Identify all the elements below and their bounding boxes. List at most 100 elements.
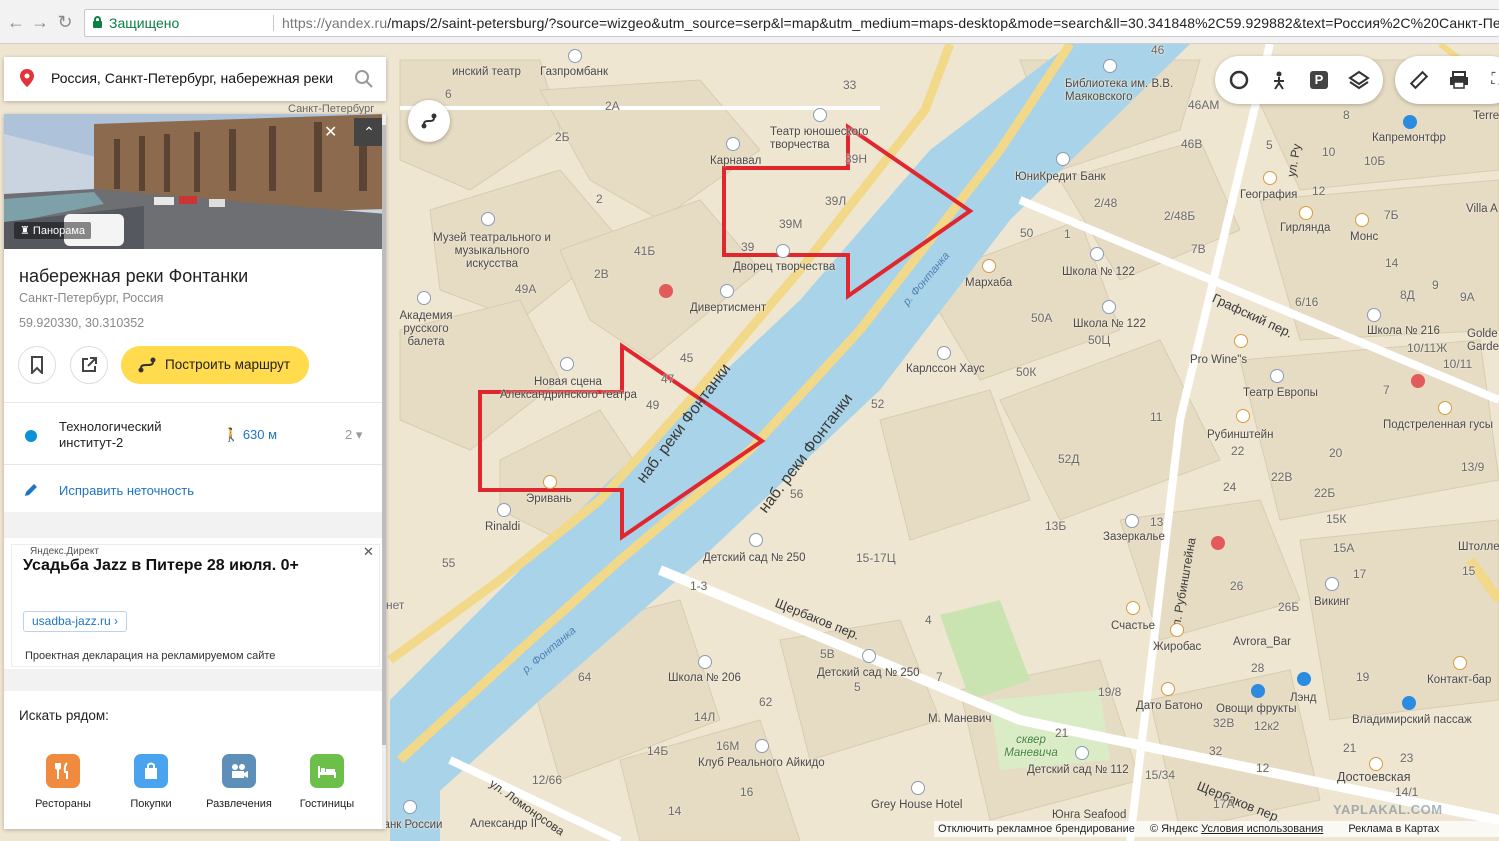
- address-bar[interactable]: Защищено https://yandex.ru/maps/2/saint-…: [84, 9, 1499, 37]
- restaurant-icon[interactable]: [1236, 409, 1250, 423]
- poi-label[interactable]: Карнавал: [710, 155, 761, 167]
- poi-label[interactable]: Подстреленная гусы: [1383, 419, 1493, 431]
- close-icon[interactable]: ✕: [363, 544, 374, 560]
- school-icon[interactable]: [749, 533, 763, 547]
- bar-icon[interactable]: [1453, 656, 1467, 670]
- restaurant-icon[interactable]: [1161, 682, 1175, 696]
- shop-icon[interactable]: [1402, 696, 1416, 710]
- school-icon[interactable]: [698, 655, 712, 669]
- poi-label[interactable]: Счастье: [1111, 620, 1155, 632]
- school-icon[interactable]: [862, 649, 876, 663]
- poi-label[interactable]: сквер Маневича: [1000, 734, 1062, 760]
- poi-label[interactable]: География: [1240, 189, 1297, 201]
- route-button[interactable]: [408, 100, 450, 142]
- poi-label[interactable]: Гирлянда: [1280, 222, 1330, 234]
- poi-label[interactable]: Клуб Реального Айкидо: [698, 757, 825, 769]
- shop-icon[interactable]: [1297, 672, 1311, 686]
- shop-icon[interactable]: [1403, 115, 1417, 129]
- poi-label[interactable]: Эривань: [526, 493, 572, 505]
- search-bar[interactable]: Россия, Санкт-Петербург, набережная реки: [4, 57, 386, 101]
- terms-link[interactable]: Условия использования: [1201, 823, 1323, 835]
- theater-icon[interactable]: [1125, 514, 1139, 528]
- poi-label[interactable]: Детский сад № 112: [1027, 764, 1129, 776]
- ad-legal-text[interactable]: Проектная декларация на рекламируемом са…: [25, 650, 275, 662]
- poi-label[interactable]: Rinaldi: [485, 521, 520, 533]
- poi-label[interactable]: Pro Wine"s: [1190, 354, 1247, 366]
- restaurant-icon[interactable]: [1170, 623, 1184, 637]
- bank-icon[interactable]: [1056, 152, 1070, 166]
- bank-icon[interactable]: [403, 800, 417, 814]
- poi-label[interactable]: Контакт-бар: [1427, 674, 1491, 686]
- poi-label[interactable]: Александринского театра: [500, 389, 637, 401]
- poi-label[interactable]: Академия русского балета: [397, 310, 455, 349]
- metro-station-name[interactable]: Технологический институт-2: [59, 419, 189, 451]
- poi-label[interactable]: М. Маневич: [928, 713, 991, 725]
- back-icon[interactable]: ←: [4, 10, 28, 34]
- panel-scrollbar-thumb[interactable]: [382, 125, 386, 745]
- bank-icon[interactable]: [568, 49, 582, 63]
- parking-icon[interactable]: P: [1303, 64, 1335, 96]
- restaurant-icon[interactable]: [1299, 206, 1313, 220]
- school-icon[interactable]: [1090, 247, 1104, 261]
- poi-label[interactable]: Театр Европы: [1243, 387, 1318, 399]
- restaurant-icon[interactable]: [543, 475, 557, 489]
- poi-label[interactable]: Владимирский пассаж: [1352, 714, 1472, 726]
- poi-label[interactable]: Зазеркалье: [1103, 531, 1165, 543]
- poi-label[interactable]: Монс: [1350, 231, 1378, 243]
- music-icon[interactable]: [720, 284, 734, 298]
- theater-icon[interactable]: [1270, 369, 1284, 383]
- panorama-preview[interactable]: ♜ Панорама ✕ ⌃: [4, 114, 386, 249]
- search-input[interactable]: Россия, Санкт-Петербург, набережная реки: [51, 70, 336, 86]
- museum-icon[interactable]: [481, 212, 495, 226]
- bar-icon[interactable]: [1325, 577, 1339, 591]
- library-icon[interactable]: [1103, 59, 1117, 73]
- school-icon[interactable]: [1102, 300, 1116, 314]
- category-shopping[interactable]: Покупки: [111, 754, 191, 810]
- ad-in-maps-link[interactable]: Реклама в Картах: [1348, 823, 1439, 835]
- hotel-icon[interactable]: [911, 781, 925, 795]
- poi-label[interactable]: Новая сцена: [534, 376, 602, 388]
- bookmark-button[interactable]: [18, 346, 56, 384]
- build-route-button[interactable]: Построить маршрут: [121, 346, 309, 384]
- theater-icon[interactable]: [813, 108, 827, 122]
- metro-distance[interactable]: 🚶 630 м: [223, 427, 277, 443]
- school-icon[interactable]: [1367, 308, 1381, 322]
- poi-label[interactable]: Мархаба: [965, 277, 1012, 289]
- search-icon[interactable]: [354, 69, 374, 89]
- layers-icon[interactable]: [1343, 64, 1375, 96]
- restaurant-icon[interactable]: [1234, 334, 1248, 348]
- poi-label[interactable]: Школа № 122: [1073, 318, 1146, 330]
- poi-label[interactable]: Школа № 122: [1062, 266, 1135, 278]
- panorama-badge[interactable]: ♜ Панорама: [14, 222, 92, 239]
- category-restaurants[interactable]: Рестораны: [23, 754, 103, 810]
- poi-label[interactable]: Достоевская: [1337, 770, 1411, 784]
- ad-link[interactable]: usadba-jazz.ru ›: [23, 611, 128, 632]
- poi-label[interactable]: Детский сад № 250: [817, 667, 920, 679]
- sport-icon[interactable]: [755, 739, 769, 753]
- share-button[interactable]: [70, 346, 108, 384]
- restaurant-icon[interactable]: [1438, 401, 1452, 415]
- hotel-icon[interactable]: [497, 503, 511, 517]
- ad-title[interactable]: Усадьба Jazz в Питере 28 июля. 0+: [23, 557, 299, 575]
- poi-label[interactable]: Жиробас: [1153, 641, 1201, 653]
- poi-label[interactable]: Школа № 206: [668, 672, 741, 684]
- fix-inaccuracy-link[interactable]: Исправить неточность: [59, 483, 194, 498]
- poi-label[interactable]: ЮниКредит Банк: [1015, 171, 1106, 183]
- metro-icon[interactable]: [1369, 757, 1383, 771]
- forward-icon[interactable]: →: [28, 10, 52, 34]
- poi-label[interactable]: инский театр: [452, 66, 521, 78]
- fullscreen-icon[interactable]: ⛶: [1481, 64, 1499, 96]
- restaurant-icon[interactable]: [1355, 213, 1369, 227]
- disable-branding-link[interactable]: Отключить рекламное брендирование: [938, 823, 1135, 835]
- poi-label[interactable]: Газпромбанк: [540, 66, 608, 78]
- theater-icon[interactable]: [937, 346, 951, 360]
- poi-label[interactable]: Музей театрального и музыкального искусс…: [432, 232, 552, 271]
- category-hotels[interactable]: Гостиницы: [287, 754, 367, 810]
- close-icon[interactable]: ✕: [324, 122, 337, 142]
- panorama-icon[interactable]: [1263, 64, 1295, 96]
- poi-label[interactable]: Дато Батоно: [1136, 700, 1203, 712]
- ruler-icon[interactable]: [1403, 64, 1435, 96]
- traffic-icon[interactable]: [1223, 64, 1255, 96]
- medical-icon[interactable]: [1411, 374, 1425, 388]
- restaurant-icon[interactable]: [1263, 171, 1277, 185]
